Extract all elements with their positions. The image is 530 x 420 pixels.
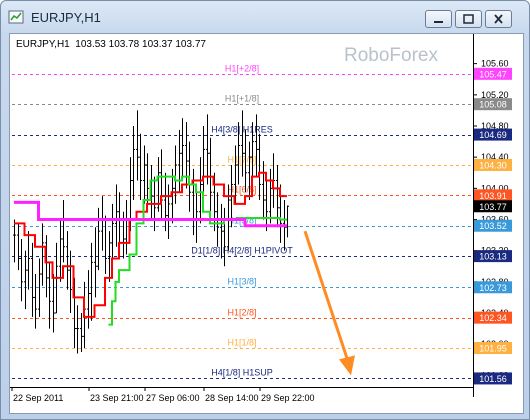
current-price-label: 103.77 bbox=[479, 202, 507, 212]
magenta-step-line bbox=[14, 200, 287, 228]
level-label: H1[+1/8] bbox=[225, 94, 259, 104]
forecast-arrow-head bbox=[339, 355, 355, 376]
close-button[interactable] bbox=[485, 10, 512, 28]
level-price-label: 105.47 bbox=[479, 69, 507, 79]
level-price-label: 103.52 bbox=[479, 221, 507, 231]
level-price-label: 104.30 bbox=[479, 160, 507, 170]
level-label: H4[1/8] H1SUP bbox=[211, 368, 273, 378]
level-label: H1[3/8] bbox=[227, 277, 256, 287]
price-chart[interactable]: H1[+2/8]H1[+1/8]H4[3/8] H1RESH1[7/8]H1[6… bbox=[10, 34, 523, 413]
time-tick-label: 22 Sep 2011 bbox=[13, 393, 63, 403]
time-tick-label: 23 Sep 21:00 bbox=[90, 393, 144, 403]
level-price-label: 101.95 bbox=[479, 344, 507, 354]
window-title: EURJPY,H1 bbox=[31, 10, 101, 25]
symbol-ohlc-header: EURJPY,H1 103.53 103.78 103.37 103.77 bbox=[16, 39, 206, 50]
watermark: RoboForex bbox=[344, 45, 438, 66]
level-price-label: 102.34 bbox=[479, 313, 507, 323]
level-price-label: 103.13 bbox=[479, 252, 507, 262]
level-price-label: 104.69 bbox=[479, 130, 507, 140]
maximize-icon bbox=[463, 14, 474, 24]
minimize-button[interactable] bbox=[425, 10, 452, 28]
forecast-arrow-shaft bbox=[303, 230, 350, 362]
level-label: H1[1/8] bbox=[227, 338, 256, 348]
level-price-label: 101.56 bbox=[479, 374, 507, 384]
time-tick-label: 29 Sep 22:00 bbox=[261, 393, 315, 403]
time-tick-label: 27 Sep 06:00 bbox=[146, 393, 200, 403]
level-label: H1[+2/8] bbox=[225, 64, 259, 74]
level-label: H1[2/8] bbox=[227, 308, 256, 318]
level-price-label: 103.91 bbox=[479, 191, 507, 201]
level-label: D1[1/8] H4[2/8] H1PIVOT bbox=[191, 246, 293, 256]
maximize-button[interactable] bbox=[455, 10, 482, 28]
time-tick-label: 28 Sep 14:00 bbox=[205, 393, 259, 403]
chart-area[interactable]: H1[+2/8]H1[+1/8]H4[3/8] H1RESH1[7/8]H1[6… bbox=[9, 33, 524, 414]
chart-window-icon bbox=[8, 10, 24, 24]
title-bar[interactable]: EURJPY,H1 bbox=[1, 1, 529, 33]
minimize-icon bbox=[434, 21, 443, 23]
level-price-label: 102.73 bbox=[479, 283, 507, 293]
close-icon bbox=[494, 14, 503, 24]
chart-window: EURJPY,H1 H1[+2/8] H1[+1/8] H4[3/8] H1RES H… bbox=[0, 0, 530, 420]
price-tick-label: 105.60 bbox=[481, 59, 509, 69]
forecast-arrow bbox=[303, 230, 355, 376]
level-price-label: 105.08 bbox=[479, 100, 507, 110]
